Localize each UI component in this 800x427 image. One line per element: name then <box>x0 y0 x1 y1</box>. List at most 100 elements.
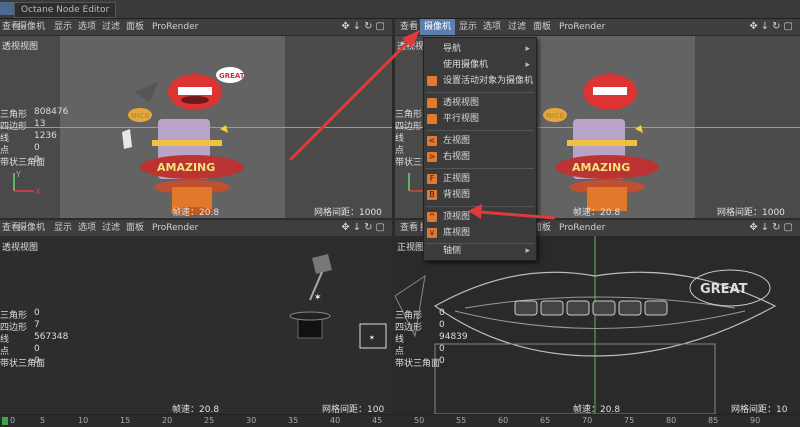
menu-display[interactable]: 显示 <box>54 220 72 236</box>
stat-value-strips: 0 <box>34 356 40 366</box>
menu-options[interactable]: 选项 <box>78 19 96 35</box>
menu-display[interactable]: 显示 <box>54 19 72 35</box>
menu-options[interactable]: 选项 <box>78 220 96 236</box>
menu-display[interactable]: 显示 <box>459 19 477 35</box>
menu-camera[interactable]: 摄像机 <box>18 220 45 236</box>
menu-camera[interactable]: 摄像机 <box>420 19 456 35</box>
timeline-tick: 75 <box>624 416 635 425</box>
menu-item-parallel[interactable]: 平行视图 <box>424 112 536 127</box>
axis-gizmo-icon: Y X <box>13 170 41 196</box>
great-wire-label: GREAT <box>700 282 748 297</box>
great-label: GREAT <box>219 72 245 80</box>
viewport-menubar: 查看 摄像机 显示 选项 过滤 面板 ProRender ✥↓↻▢ <box>0 19 392 36</box>
grid-spacing: 网格间距：1000 cm <box>717 208 785 218</box>
menu-filter[interactable]: 过滤 <box>102 19 120 35</box>
fps-readout: 帧速：20.8 <box>573 208 621 218</box>
viewport-name: 透视视图 <box>2 42 39 52</box>
menu-item-front-view[interactable]: F 正视图 <box>424 172 536 187</box>
cube-icon <box>427 98 437 108</box>
timeline-tick: 65 <box>540 416 551 425</box>
timeline-tick: 60 <box>498 416 509 425</box>
menu-item-use-camera[interactable]: 使用摄像机 ▸ <box>424 58 536 73</box>
svg-text:X: X <box>35 187 41 196</box>
viewport-name: 透视视图 <box>2 243 39 253</box>
timeline-tick: 10 <box>78 416 89 425</box>
menu-divider <box>426 130 534 131</box>
timeline-tick: 90 <box>750 416 761 425</box>
amazing-label: AMAZING <box>157 161 215 174</box>
viewport-menubar: 查看 摄像机 显示 选项 过滤 面板 ProRender ✥↓↻▢ <box>395 19 800 36</box>
stat-value-triangles: 0 <box>439 308 445 318</box>
camera-dropdown-menu: 导航 ▸ 使用摄像机 ▸ 设置活动对象为摄像机 透视视图 平行视图 < 左视图 > 右视… <box>423 37 537 261</box>
stat-value-points: 0 <box>34 143 40 153</box>
menu-item-perspective[interactable]: 透视视图 <box>424 96 536 111</box>
stat-value-quads: 13 <box>34 119 46 129</box>
hat-character-model: NICE AMAZING <box>543 74 659 211</box>
timeline-tick: 0 <box>10 416 16 425</box>
stat-value-triangles: 808476 <box>34 107 69 117</box>
svg-text:✶: ✶ <box>369 334 375 342</box>
fps-readout: 帧速：20.8 <box>172 405 220 414</box>
menu-prorender[interactable]: ProRender <box>152 19 198 35</box>
stat-value-strips: 0 <box>439 356 445 366</box>
timeline-tick: 55 <box>456 416 467 425</box>
stat-value-quads: 7 <box>34 320 40 330</box>
stat-label-strips: 带状三角面 <box>395 359 441 369</box>
menu-item-bottom-view[interactable]: v 底视图 <box>424 226 536 241</box>
timeline-ruler[interactable]: 0 5 10 15 20 25 30 35 40 45 50 55 60 65 … <box>0 414 800 427</box>
menu-panel[interactable]: 面板 <box>533 19 551 35</box>
fps-readout: 帧速：20.8 <box>172 208 220 218</box>
timeline-tick: 50 <box>414 416 425 425</box>
menu-item-left-view[interactable]: < 左视图 <box>424 134 536 149</box>
menu-filter[interactable]: 过滤 <box>102 220 120 236</box>
menu-divider <box>426 92 534 93</box>
front-view-icon: F <box>427 174 437 184</box>
view-nav-icons[interactable]: ✥↓↻▢ <box>749 19 796 35</box>
grid-spacing: 网格间距：1000 cm <box>314 208 382 218</box>
menu-prorender[interactable]: ProRender <box>559 19 605 35</box>
timeline-tick: 20 <box>162 416 173 425</box>
menu-prorender[interactable]: ProRender <box>152 220 198 236</box>
view-nav-icons[interactable]: ✥↓↻▢ <box>341 19 388 35</box>
menu-options[interactable]: 选项 <box>483 19 501 35</box>
menu-view[interactable]: 查看 <box>400 19 418 35</box>
menu-panel[interactable]: 面板 <box>126 19 144 35</box>
menu-camera[interactable]: 摄像机 <box>18 19 45 35</box>
hat-silhouette-model: ✶ ✶ <box>289 254 387 349</box>
tab-octane-node-editor[interactable]: Octane Node Editor <box>14 2 117 18</box>
svg-text:✶: ✶ <box>314 293 322 303</box>
top-bar: Octane Node Editor <box>0 0 800 19</box>
menu-item-axonometric[interactable]: 轴侧 ▸ <box>424 244 536 259</box>
menu-item-navigation[interactable]: 导航 ▸ <box>424 42 536 57</box>
timeline-tick: 70 <box>582 416 593 425</box>
menu-prorender[interactable]: ProRender <box>559 220 605 236</box>
submenu-arrow-icon: ▸ <box>525 246 530 256</box>
back-view-icon: B <box>427 190 437 200</box>
menu-filter[interactable]: 过滤 <box>508 19 526 35</box>
top-view-icon: ^ <box>427 212 437 222</box>
camera-icon <box>427 76 437 86</box>
menu-item-set-active-camera[interactable]: 设置活动对象为摄像机 <box>424 74 536 89</box>
menu-item-top-view[interactable]: ^ 顶视图 <box>424 210 536 225</box>
menu-item-right-view[interactable]: > 右视图 <box>424 150 536 165</box>
view-nav-icons[interactable]: ✥↓↻▢ <box>341 220 388 236</box>
playhead-marker[interactable] <box>2 417 8 425</box>
bottom-view-icon: v <box>427 228 437 238</box>
menu-view[interactable]: 查看 <box>400 220 418 236</box>
tab-icon[interactable] <box>0 2 14 15</box>
wireframe-lips-model: GREAT <box>395 236 777 414</box>
fps-readout: 帧速：20.8 <box>573 405 621 414</box>
timeline-tick: 5 <box>40 416 46 425</box>
timeline-tick: 40 <box>330 416 341 425</box>
view-nav-icons[interactable]: ✥↓↻▢ <box>749 220 796 236</box>
timeline-tick: 15 <box>120 416 131 425</box>
viewport-top-left[interactable]: 查看 摄像机 显示 选项 过滤 面板 ProRender ✥↓↻▢ 透视视图 三… <box>0 19 392 218</box>
stat-value-points: 0 <box>34 344 40 354</box>
menu-item-back-view[interactable]: B 背视图 <box>424 188 536 203</box>
menu-panel[interactable]: 面板 <box>126 220 144 236</box>
amazing-label: AMAZING <box>572 161 630 174</box>
viewport-bottom-left[interactable]: 查看 摄像机 显示 选项 过滤 面板 ProRender ✥↓↻▢ 透视视图 三… <box>0 220 392 414</box>
timeline-tick: 35 <box>288 416 299 425</box>
timeline-tick: 30 <box>246 416 257 425</box>
stat-value-quads: 0 <box>439 320 445 330</box>
